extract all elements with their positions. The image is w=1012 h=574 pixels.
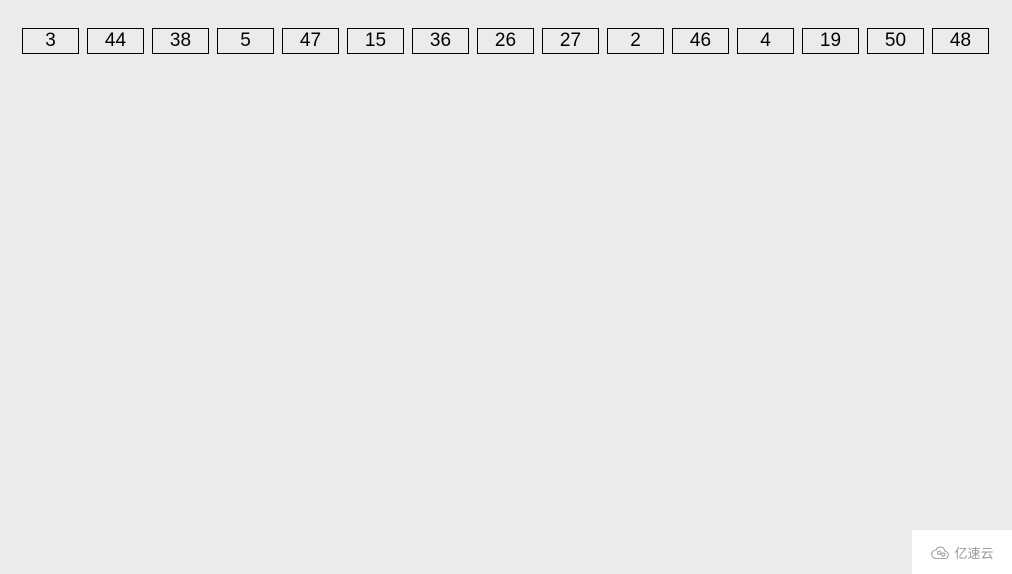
number-value: 27	[560, 30, 581, 52]
number-value: 4	[760, 30, 771, 52]
number-box: 26	[477, 28, 534, 54]
number-box: 19	[802, 28, 859, 54]
number-box: 48	[932, 28, 989, 54]
number-box: 4	[737, 28, 794, 54]
number-value: 50	[885, 30, 906, 52]
number-box: 50	[867, 28, 924, 54]
number-box: 47	[282, 28, 339, 54]
number-value: 47	[300, 30, 321, 52]
number-value: 3	[45, 30, 56, 52]
number-value: 46	[690, 30, 711, 52]
number-value: 48	[950, 30, 971, 52]
number-value: 2	[630, 30, 641, 52]
number-value: 5	[240, 30, 251, 52]
number-box: 36	[412, 28, 469, 54]
number-box: 44	[87, 28, 144, 54]
number-value: 44	[105, 30, 126, 52]
number-box: 38	[152, 28, 209, 54]
number-box: 15	[347, 28, 404, 54]
number-value: 26	[495, 30, 516, 52]
number-value: 19	[820, 30, 841, 52]
number-box: 46	[672, 28, 729, 54]
number-box: 3	[22, 28, 79, 54]
watermark-text: 亿速云	[954, 543, 993, 562]
number-value: 15	[365, 30, 386, 52]
number-box: 2	[607, 28, 664, 54]
number-value: 36	[430, 30, 451, 52]
number-row: 3 44 38 5 47 15 36 26 27 2 46 4 19 50 48	[0, 0, 1012, 54]
number-value: 38	[170, 30, 191, 52]
cloud-icon	[930, 545, 950, 559]
watermark: 亿速云	[912, 530, 1012, 574]
number-box: 5	[217, 28, 274, 54]
number-box: 27	[542, 28, 599, 54]
